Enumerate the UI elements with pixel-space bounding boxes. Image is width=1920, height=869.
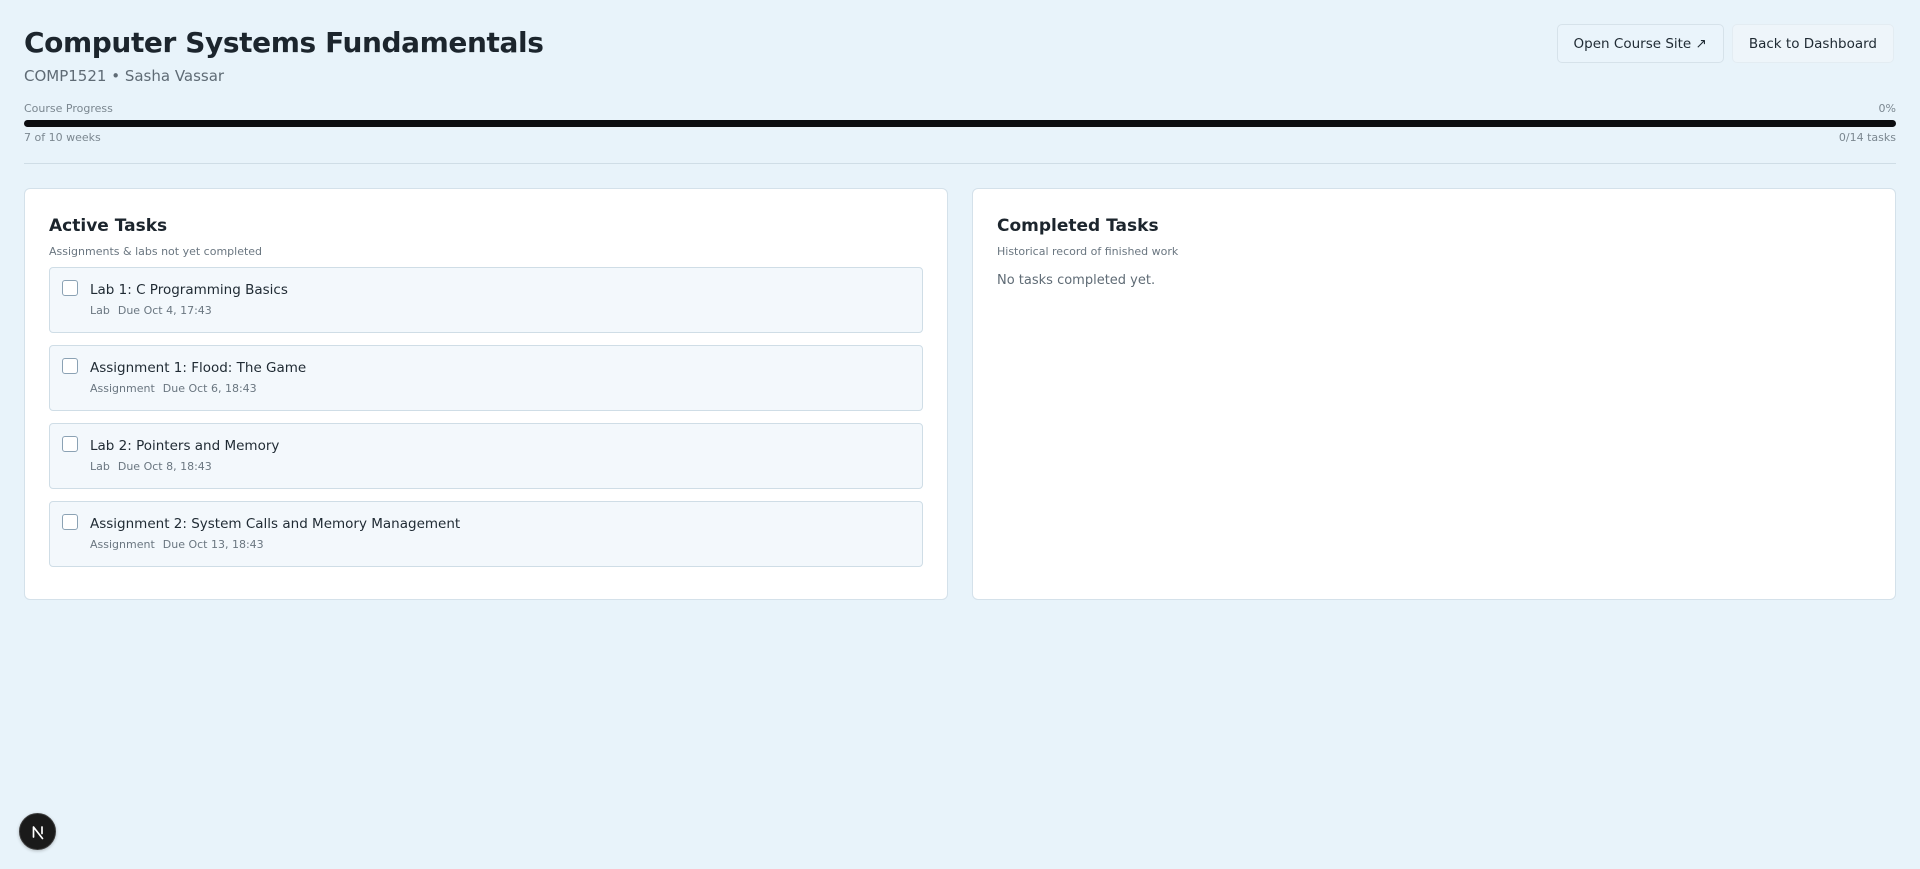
- task-checkbox[interactable]: [62, 358, 78, 374]
- task-meta: Assignment Due Oct 13, 18:43: [90, 538, 460, 552]
- header-actions: Open Course Site ↗ Back to Dashboard: [1556, 24, 1894, 63]
- task-title: Assignment 2: System Calls and Memory Ma…: [90, 516, 461, 532]
- task-body: Lab 2: Pointers and Memory Lab Due Oct 8…: [90, 434, 279, 474]
- task-type: Lab: [90, 304, 110, 317]
- tasks-progress: 0/14 tasks: [1838, 131, 1896, 144]
- task-title: Assignment 1: Flood: The Game: [90, 360, 307, 376]
- completed-tasks-empty-message: No tasks completed yet.: [997, 273, 1156, 288]
- task-body: Assignment 1: Flood: The Game Assignment…: [90, 356, 306, 396]
- completed-tasks-description: Historical record of finished work: [997, 245, 1179, 258]
- nextjs-logo-icon[interactable]: [19, 813, 56, 850]
- task-item: Assignment 1: Flood: The Game Assignment…: [49, 345, 923, 411]
- task-meta: Assignment Due Oct 6, 18:43: [90, 382, 306, 396]
- task-due-date: Due Oct 4, 17:43: [117, 304, 212, 317]
- task-meta: Lab Due Oct 8, 18:43: [90, 460, 279, 474]
- task-body: Lab 1: C Programming Basics Lab Due Oct …: [90, 278, 288, 318]
- active-tasks-title: Active Tasks: [49, 216, 168, 236]
- task-type: Lab: [90, 460, 110, 473]
- progress-bottom-row: 7 of 10 weeks 0/14 tasks: [24, 131, 1896, 145]
- task-title: Lab 2: Pointers and Memory: [90, 438, 280, 454]
- task-item: Lab 1: C Programming Basics Lab Due Oct …: [49, 267, 923, 333]
- page-header: Computer Systems Fundamentals COMP1521 •…: [24, 24, 1896, 86]
- completed-tasks-panel: Completed Tasks Historical record of fin…: [972, 188, 1896, 600]
- progress-percent: 0%: [1878, 102, 1896, 115]
- header-text: Computer Systems Fundamentals COMP1521 •…: [24, 24, 544, 86]
- back-to-dashboard-button[interactable]: Back to Dashboard: [1731, 24, 1894, 63]
- course-progress: Course Progress 0% 7 of 10 weeks 0/14 ta…: [24, 102, 1896, 145]
- task-checkbox[interactable]: [62, 436, 78, 452]
- task-panels: Active Tasks Assignments & labs not yet …: [24, 188, 1896, 600]
- page-title: Computer Systems Fundamentals: [24, 26, 544, 59]
- active-tasks-panel: Active Tasks Assignments & labs not yet …: [24, 188, 948, 600]
- progress-top-row: Course Progress 0%: [24, 102, 1896, 116]
- open-course-site-button[interactable]: Open Course Site ↗: [1556, 24, 1724, 63]
- progress-bar: [24, 120, 1896, 127]
- task-type: Assignment: [90, 382, 155, 395]
- task-checkbox[interactable]: [62, 514, 78, 530]
- nextjs-n-glyph: [32, 825, 43, 839]
- section-divider: [24, 163, 1896, 164]
- completed-tasks-title: Completed Tasks: [997, 216, 1159, 236]
- task-body: Assignment 2: System Calls and Memory Ma…: [90, 512, 460, 552]
- weeks-progress: 7 of 10 weeks: [24, 131, 101, 144]
- task-due-date: Due Oct 8, 18:43: [117, 460, 212, 473]
- task-item: Lab 2: Pointers and Memory Lab Due Oct 8…: [49, 423, 923, 489]
- task-meta: Lab Due Oct 4, 17:43: [90, 304, 288, 318]
- course-subtitle: COMP1521 • Sasha Vassar: [24, 67, 225, 85]
- task-due-date: Due Oct 6, 18:43: [162, 382, 257, 395]
- task-checkbox[interactable]: [62, 280, 78, 296]
- task-title: Lab 1: C Programming Basics: [90, 282, 288, 298]
- task-item: Assignment 2: System Calls and Memory Ma…: [49, 501, 923, 567]
- progress-label: Course Progress: [24, 102, 113, 115]
- task-type: Assignment: [90, 538, 155, 551]
- task-due-date: Due Oct 13, 18:43: [162, 538, 264, 551]
- course-page: Computer Systems Fundamentals COMP1521 •…: [0, 0, 1920, 869]
- active-tasks-description: Assignments & labs not yet completed: [49, 245, 263, 258]
- active-task-list: Lab 1: C Programming Basics Lab Due Oct …: [49, 267, 923, 567]
